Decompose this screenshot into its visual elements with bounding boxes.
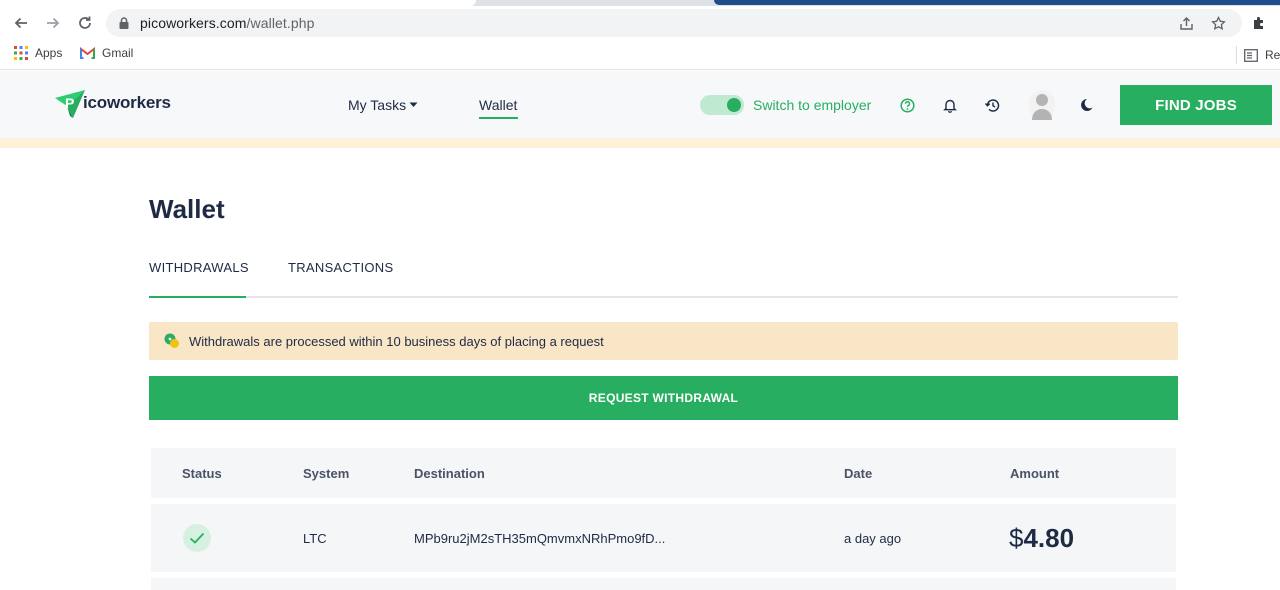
bookmark-gmail[interactable]: Gmail [80, 46, 133, 60]
history-icon [984, 98, 1000, 112]
cell-destination: MPb9ru2jM2sTH35mQmvmxNRhPmo9fD... [414, 531, 666, 546]
cell-date: a day ago [844, 531, 902, 546]
bookmarks-bar: Apps Gmail Re [0, 40, 1280, 70]
request-withdrawal-button[interactable]: REQUEST WITHDRAWAL [149, 376, 1178, 420]
find-jobs-button[interactable]: FIND JOBS [1120, 85, 1272, 125]
amount-currency: $ [1009, 523, 1024, 553]
table-row[interactable] [151, 578, 1176, 590]
lock-icon [119, 17, 129, 29]
other-browser-tab[interactable] [714, 0, 1280, 5]
column-system: System [303, 466, 350, 481]
back-button[interactable] [10, 12, 32, 34]
tab-active-indicator [149, 296, 246, 298]
star-icon[interactable] [1211, 16, 1226, 31]
help-circle-icon [899, 97, 915, 113]
extensions-button[interactable] [1248, 12, 1270, 34]
header-accent-strip [0, 138, 1280, 148]
cell-amount: $4.80 [1009, 523, 1074, 554]
nav-wallet[interactable]: Wallet [479, 97, 517, 113]
nav-active-indicator [479, 117, 518, 119]
nav-my-tasks[interactable]: My Tasks [348, 97, 418, 113]
puzzle-icon [1254, 17, 1263, 29]
address-bar[interactable]: picoworkers.com/wallet.php [106, 9, 1242, 37]
url-text: picoworkers.com/wallet.php [140, 15, 315, 31]
withdrawals-table-header: Status System Destination Date Amount [151, 448, 1176, 498]
avatar-silhouette-icon [1029, 90, 1055, 120]
bell-icon [943, 99, 957, 113]
share-icon[interactable] [1179, 16, 1194, 31]
column-status: Status [182, 466, 222, 481]
tab-withdrawals[interactable]: WITHDRAWALS [149, 260, 249, 275]
checkmark-icon [189, 532, 205, 544]
help-button[interactable] [897, 95, 917, 115]
tab-transactions[interactable]: TRANSACTIONS [288, 260, 393, 275]
browser-toolbar: picoworkers.com/wallet.php [0, 6, 1280, 40]
reload-button[interactable] [74, 12, 96, 34]
switch-employer-label[interactable]: Switch to employer [753, 97, 871, 113]
bookmark-gmail-label: Gmail [102, 46, 134, 60]
tabs-divider [149, 296, 1178, 298]
apps-grid-icon [14, 46, 28, 60]
caret-down-icon [409, 102, 418, 107]
toggle-knob [727, 98, 741, 112]
processing-notice: Withdrawals are processed within 10 busi… [149, 322, 1178, 360]
column-destination: Destination [414, 466, 485, 481]
arrow-left-icon [14, 17, 27, 29]
column-amount: Amount [1010, 466, 1060, 481]
site-header: P icoworkers My Tasks Wallet Switch to e… [0, 71, 1280, 138]
dark-mode-button[interactable] [1076, 95, 1096, 115]
employer-toggle[interactable] [700, 95, 744, 115]
logo-text: icoworkers [83, 93, 171, 112]
status-badge [183, 524, 211, 552]
gmail-icon [80, 47, 95, 59]
nav-wallet-label: Wallet [479, 97, 518, 113]
moon-icon [1080, 99, 1092, 111]
bookmark-apps[interactable]: Apps [14, 46, 62, 60]
picoworkers-logo[interactable]: P icoworkers [53, 86, 171, 120]
history-button[interactable] [982, 95, 1002, 115]
reading-list[interactable]: Re [1236, 46, 1280, 64]
info-badge-icon [164, 333, 179, 348]
notifications-button[interactable] [940, 95, 960, 115]
svg-text:P: P [65, 95, 74, 111]
amount-value: 4.80 [1023, 523, 1075, 553]
reload-icon [79, 16, 91, 29]
user-avatar[interactable] [1029, 90, 1055, 120]
paper-plane-logo-icon: P [55, 90, 85, 118]
table-row[interactable]: LTC MPb9ru2jM2sTH35mQmvmxNRhPmo9fD... a … [151, 504, 1176, 572]
cell-system: LTC [303, 531, 327, 546]
page-title: Wallet [149, 194, 225, 224]
column-date: Date [844, 466, 873, 481]
arrow-right-icon [47, 17, 60, 29]
bookmarks-divider [1236, 46, 1237, 64]
reading-list-label: Re [1265, 48, 1280, 62]
forward-button[interactable] [42, 12, 64, 34]
nav-my-tasks-label: My Tasks [348, 97, 407, 113]
reading-list-icon [1244, 48, 1258, 62]
notice-text: Withdrawals are processed within 10 busi… [189, 333, 604, 349]
bookmark-apps-label: Apps [35, 46, 63, 60]
